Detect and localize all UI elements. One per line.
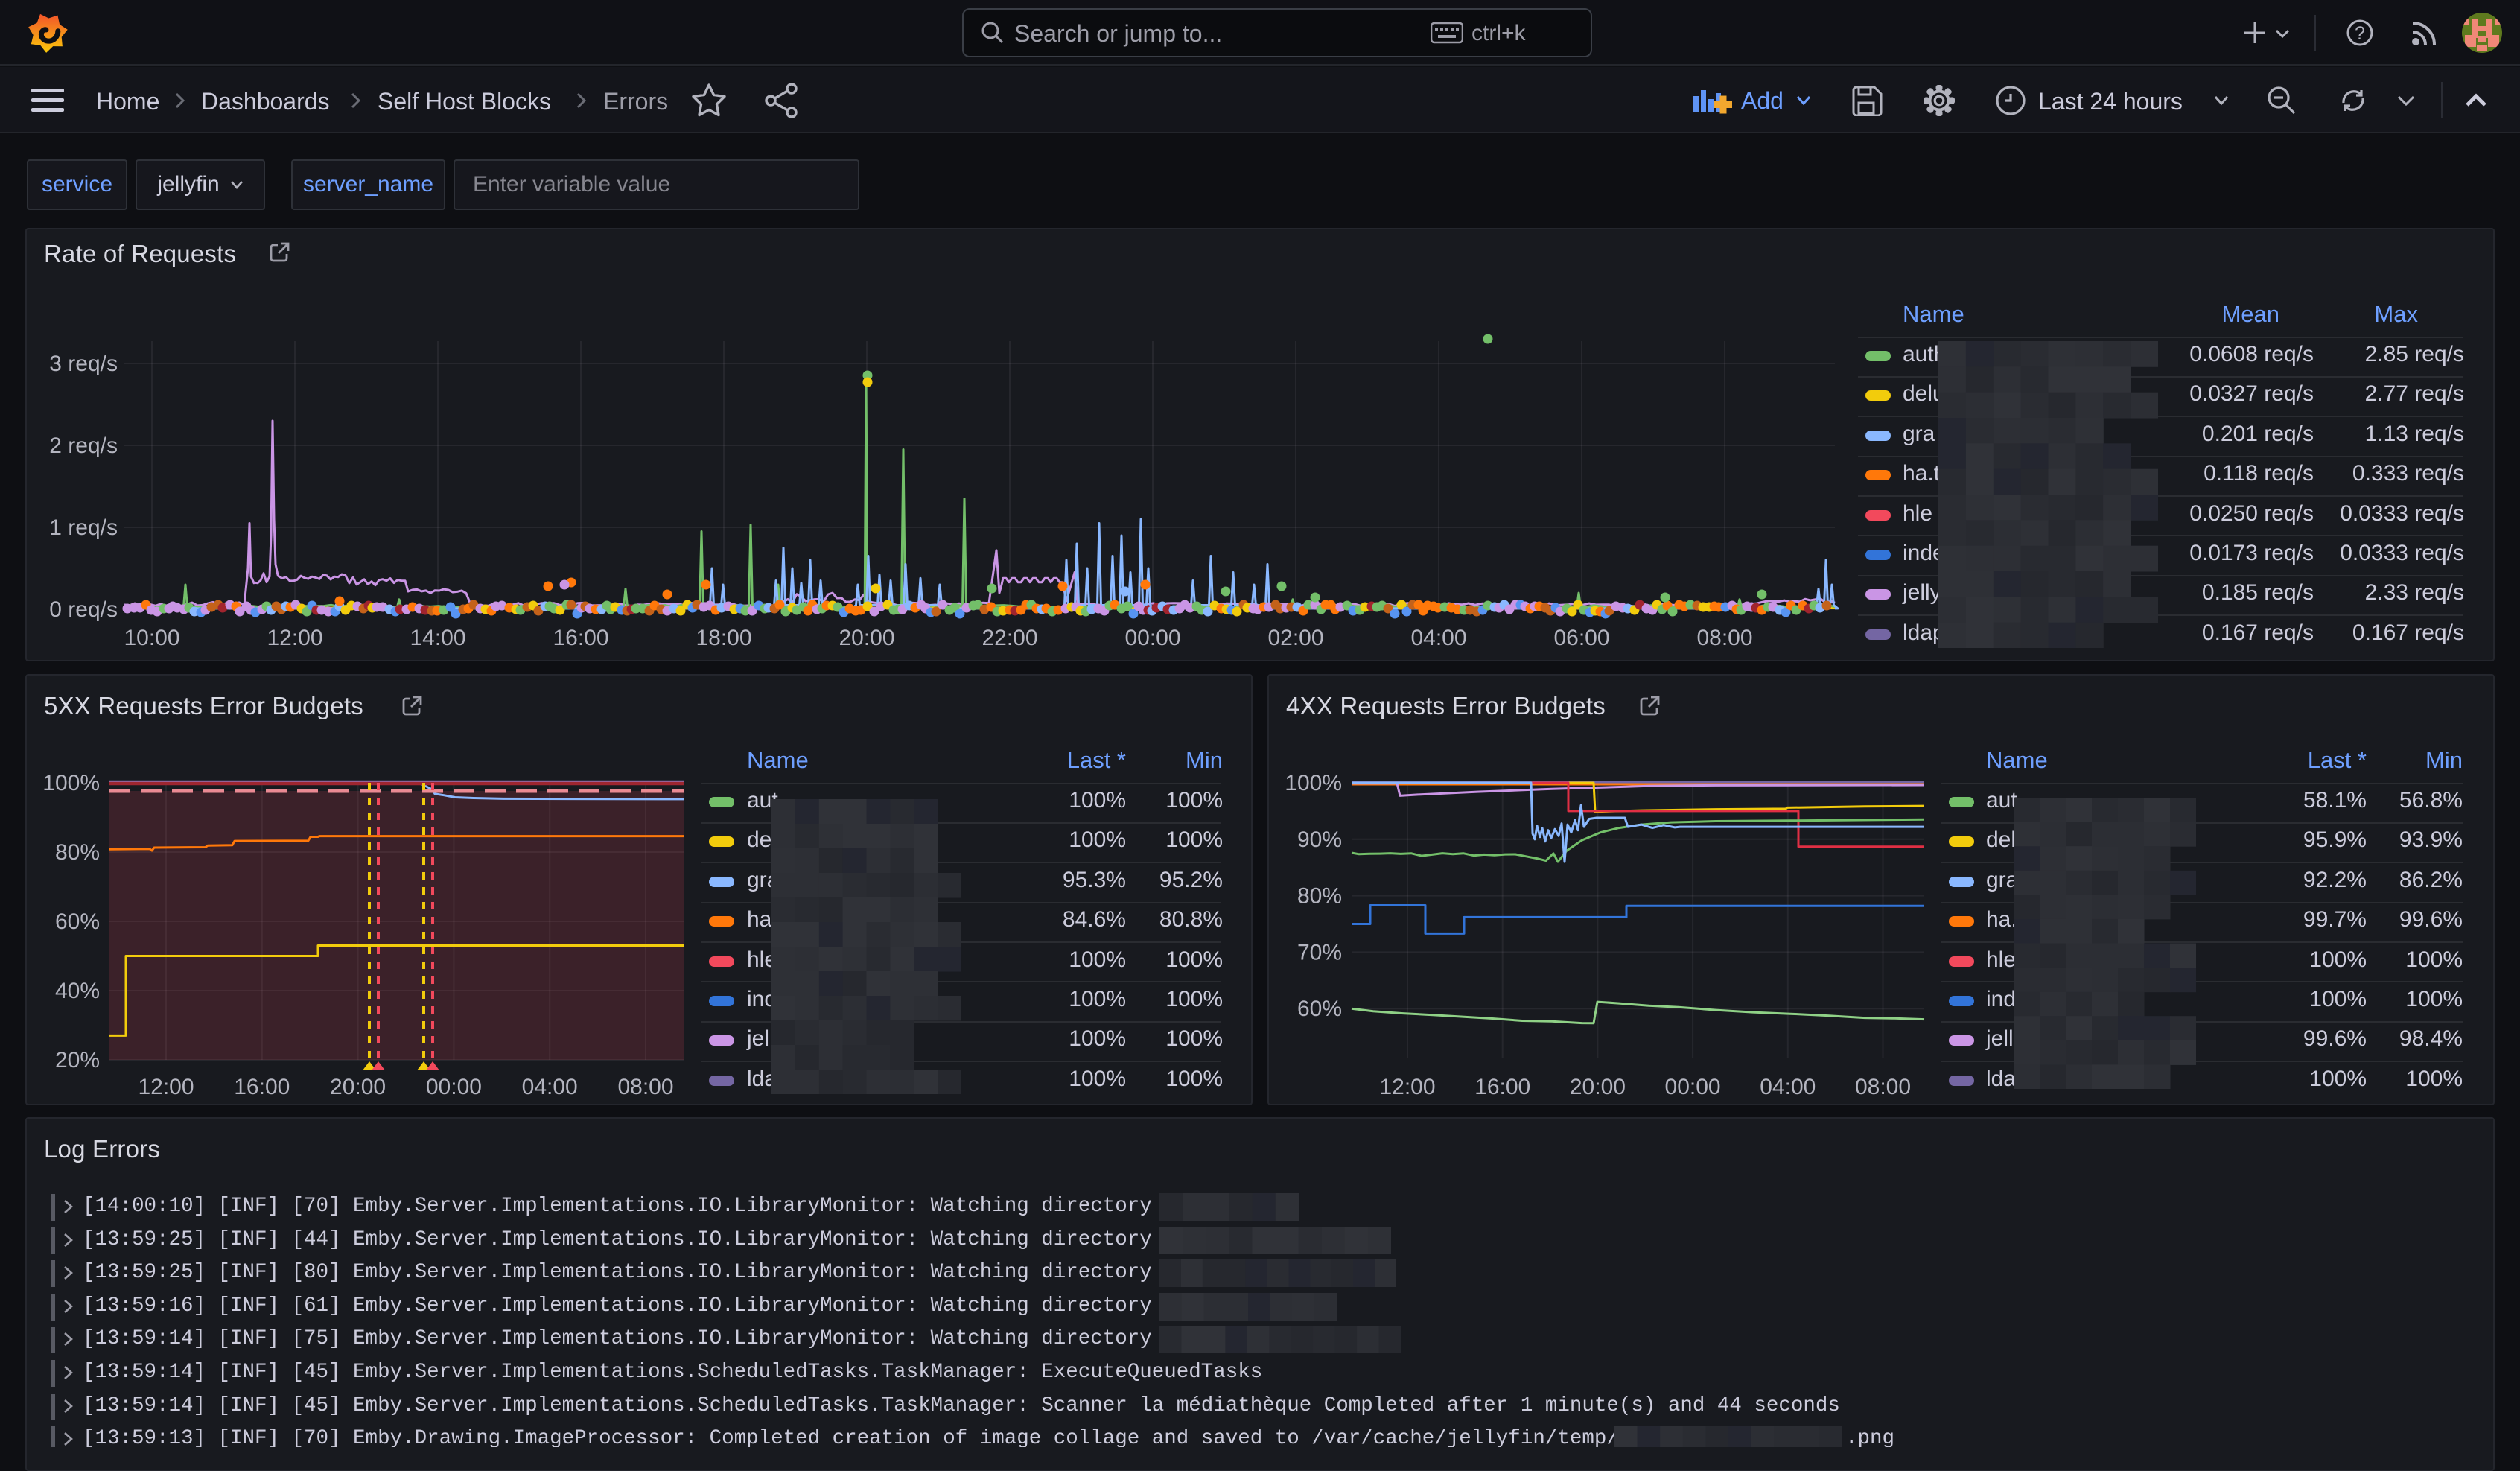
svg-text:12:00: 12:00 xyxy=(267,626,322,650)
svg-text:70%: 70% xyxy=(1297,940,1342,965)
svg-text:0 req/s: 0 req/s xyxy=(49,597,118,622)
svg-text:22:00: 22:00 xyxy=(981,626,1037,650)
svg-text:100%: 100% xyxy=(42,771,100,795)
svg-text:00:00: 00:00 xyxy=(426,1075,482,1099)
svg-text:20:00: 20:00 xyxy=(1570,1075,1626,1099)
svg-text:90%: 90% xyxy=(1297,827,1342,852)
svg-text:14:00: 14:00 xyxy=(410,626,465,650)
svg-text:00:00: 00:00 xyxy=(1665,1075,1721,1099)
svg-text:12:00: 12:00 xyxy=(1379,1075,1435,1099)
svg-text:20:00: 20:00 xyxy=(330,1075,386,1099)
svg-text:02:00: 02:00 xyxy=(1267,626,1323,650)
svg-text:04:00: 04:00 xyxy=(522,1075,578,1099)
svg-text:04:00: 04:00 xyxy=(1760,1075,1816,1099)
svg-text:08:00: 08:00 xyxy=(617,1075,673,1099)
svg-text:18:00: 18:00 xyxy=(696,626,751,650)
svg-text:100%: 100% xyxy=(1285,771,1342,795)
svg-text:80%: 80% xyxy=(55,840,100,865)
svg-text:16:00: 16:00 xyxy=(234,1075,290,1099)
svg-text:80%: 80% xyxy=(1297,884,1342,909)
svg-text:1 req/s: 1 req/s xyxy=(49,515,118,540)
svg-text:40%: 40% xyxy=(55,979,100,1003)
svg-text:16:00: 16:00 xyxy=(553,626,608,650)
svg-text:3 req/s: 3 req/s xyxy=(49,352,118,376)
svg-text:2 req/s: 2 req/s xyxy=(49,433,118,458)
svg-text:10:00: 10:00 xyxy=(124,626,179,650)
svg-text:04:00: 04:00 xyxy=(1410,626,1466,650)
svg-text:12:00: 12:00 xyxy=(138,1075,194,1099)
svg-text:06:00: 06:00 xyxy=(1553,626,1609,650)
svg-text:60%: 60% xyxy=(55,909,100,934)
svg-text:?: ? xyxy=(2355,23,2365,44)
svg-text:20:00: 20:00 xyxy=(839,626,894,650)
svg-text:08:00: 08:00 xyxy=(1855,1075,1911,1099)
svg-text:16:00: 16:00 xyxy=(1474,1075,1530,1099)
svg-text:08:00: 08:00 xyxy=(1696,626,1752,650)
svg-text:60%: 60% xyxy=(1297,997,1342,1021)
svg-text:00:00: 00:00 xyxy=(1124,626,1180,650)
svg-text:20%: 20% xyxy=(55,1048,100,1073)
